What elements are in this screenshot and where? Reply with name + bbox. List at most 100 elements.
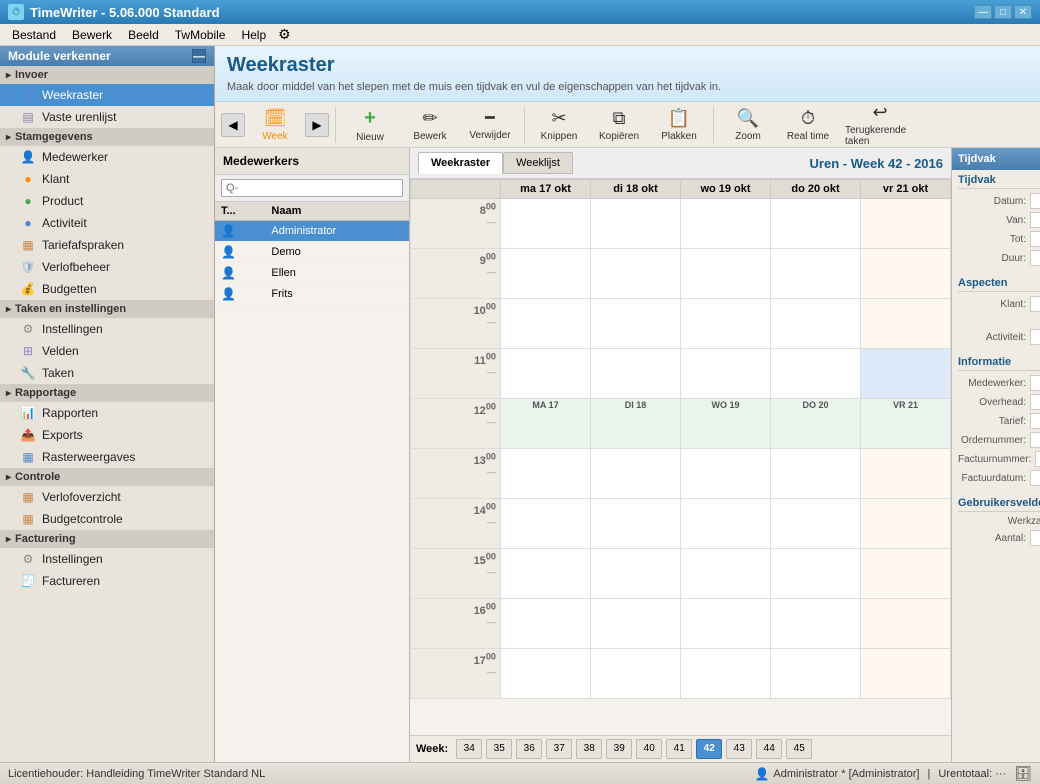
realtime-button[interactable]: ⏱ Real time: [780, 105, 836, 145]
cell-mon-11[interactable]: [501, 349, 591, 399]
sidebar-item-tariefafspraken[interactable]: ▦ Tariefafspraken: [0, 234, 214, 256]
ordernummer-value[interactable]: [1030, 432, 1040, 448]
week-button[interactable]: 🗓 Week: [247, 105, 303, 145]
week-btn-37[interactable]: 37: [546, 739, 572, 759]
maximize-button[interactable]: □: [994, 5, 1012, 19]
cell-tue-15[interactable]: [591, 549, 681, 599]
delete-button[interactable]: ━ Verwijder: [462, 105, 518, 145]
cell-tue-10[interactable]: [591, 299, 681, 349]
sidebar-item-product[interactable]: ● Product: [0, 190, 214, 212]
cell-thu-13[interactable]: [771, 449, 861, 499]
cell-mon-16[interactable]: [501, 599, 591, 649]
sidebar-item-vasteurenlijst[interactable]: ▤ Vaste urenlijst: [0, 106, 214, 128]
menu-help[interactable]: Help: [233, 26, 274, 44]
sidebar-section-invoer[interactable]: Invoer: [0, 66, 214, 84]
sidebar-collapse-button[interactable]: —: [192, 49, 206, 63]
week-btn-43[interactable]: 43: [726, 739, 752, 759]
week-btn-39[interactable]: 39: [606, 739, 632, 759]
sidebar-section-taken[interactable]: Taken en instellingen: [0, 300, 214, 318]
duur-value[interactable]: [1030, 250, 1040, 266]
cell-wed-12[interactable]: WO 19: [681, 399, 771, 449]
activiteit-value[interactable]: [1030, 329, 1040, 345]
cell-fri-8[interactable]: [861, 199, 951, 249]
week-btn-40[interactable]: 40: [636, 739, 662, 759]
cell-wed-8[interactable]: [681, 199, 771, 249]
tab-weekraster[interactable]: Weekraster: [418, 152, 503, 174]
week-btn-35[interactable]: 35: [486, 739, 512, 759]
cell-thu-14[interactable]: [771, 499, 861, 549]
cell-thu-10[interactable]: [771, 299, 861, 349]
sidebar-section-controle[interactable]: Controle: [0, 468, 214, 486]
tot-value[interactable]: [1030, 231, 1040, 247]
sidebar-item-verlofbeheer[interactable]: 🛡 Verlofbeheer: [0, 256, 214, 278]
menu-twmobile[interactable]: TwMobile: [167, 26, 234, 44]
van-value[interactable]: [1030, 212, 1040, 228]
sidebar-item-instellingen-fact[interactable]: ⚙ Instellingen: [0, 548, 214, 570]
nav-forward-button[interactable]: ▶: [305, 113, 329, 137]
nav-back-button[interactable]: ◀: [221, 113, 245, 137]
cell-tue-17[interactable]: [591, 649, 681, 699]
new-button[interactable]: + Nieuw: [342, 105, 398, 145]
cell-wed-9[interactable]: [681, 249, 771, 299]
cell-thu-16[interactable]: [771, 599, 861, 649]
cell-fri-16[interactable]: [861, 599, 951, 649]
sidebar-item-exports[interactable]: 📤 Exports: [0, 424, 214, 446]
settings-gear-icon[interactable]: ⚙: [278, 26, 291, 43]
cell-fri-12[interactable]: VR 21: [861, 399, 951, 449]
sidebar-item-taken[interactable]: 🔧 Taken: [0, 362, 214, 384]
week-btn-45[interactable]: 45: [786, 739, 812, 759]
sidebar-item-budgetten[interactable]: 💰 Budgetten: [0, 278, 214, 300]
sidebar-item-klant[interactable]: ● Klant: [0, 168, 214, 190]
sidebar-item-instellingen-taken[interactable]: ⚙ Instellingen: [0, 318, 214, 340]
cell-mon-17[interactable]: [501, 649, 591, 699]
cell-wed-11[interactable]: [681, 349, 771, 399]
employees-search-input[interactable]: [221, 179, 403, 197]
klant-value[interactable]: [1030, 296, 1040, 312]
cell-fri-13[interactable]: [861, 449, 951, 499]
sidebar-item-rasterweergaves[interactable]: ▦ Rasterweergaves: [0, 446, 214, 468]
week-btn-38[interactable]: 38: [576, 739, 602, 759]
menu-bewerk[interactable]: Bewerk: [64, 26, 120, 44]
tarief-value[interactable]: [1030, 413, 1040, 429]
sidebar-item-medewerker[interactable]: 👤 Medewerker: [0, 146, 214, 168]
tab-weeklijst[interactable]: Weeklijst: [503, 152, 573, 174]
medewerker-value[interactable]: [1030, 375, 1040, 391]
employee-row[interactable]: 👤 Ellen: [215, 263, 409, 284]
recurring-button[interactable]: ↩ Terugkerende taken: [840, 105, 920, 145]
paste-button[interactable]: 📋 Plakken: [651, 105, 707, 145]
employee-row[interactable]: 👤 Frits: [215, 284, 409, 305]
cell-thu-12[interactable]: DO 20: [771, 399, 861, 449]
employee-row[interactable]: 👤 Demo: [215, 242, 409, 263]
cell-tue-9[interactable]: [591, 249, 681, 299]
overhead-value[interactable]: [1030, 394, 1040, 410]
sidebar-item-activiteit[interactable]: ● Activiteit: [0, 212, 214, 234]
cell-fri-10[interactable]: [861, 299, 951, 349]
cell-mon-15[interactable]: [501, 549, 591, 599]
week-btn-36[interactable]: 36: [516, 739, 542, 759]
edit-button[interactable]: ✏ Bewerk: [402, 105, 458, 145]
cell-tue-8[interactable]: [591, 199, 681, 249]
cell-fri-15[interactable]: [861, 549, 951, 599]
cell-wed-14[interactable]: [681, 499, 771, 549]
sidebar-section-stamgegevens[interactable]: Stamgegevens: [0, 128, 214, 146]
cell-tue-14[interactable]: [591, 499, 681, 549]
zoom-button[interactable]: 🔍 Zoom: [720, 105, 776, 145]
week-btn-42[interactable]: 42: [696, 739, 722, 759]
week-grid-container[interactable]: ma 17 okt di 18 okt wo 19 okt do 20 okt …: [410, 179, 951, 735]
aantal-value[interactable]: [1030, 530, 1040, 546]
sidebar-item-verlofoverzicht[interactable]: ▦ Verlofoverzicht: [0, 486, 214, 508]
cell-wed-17[interactable]: [681, 649, 771, 699]
menu-bestand[interactable]: Bestand: [4, 26, 64, 44]
sidebar-item-rapporten[interactable]: 📊 Rapporten: [0, 402, 214, 424]
minimize-button[interactable]: —: [974, 5, 992, 19]
cell-mon-8[interactable]: [501, 199, 591, 249]
cell-mon-13[interactable]: [501, 449, 591, 499]
factuurnummer-value[interactable]: [1035, 451, 1040, 467]
cut-button[interactable]: ✂ Knippen: [531, 105, 587, 145]
sidebar-section-rapportage[interactable]: Rapportage: [0, 384, 214, 402]
cell-thu-8[interactable]: [771, 199, 861, 249]
cell-wed-16[interactable]: [681, 599, 771, 649]
cell-wed-15[interactable]: [681, 549, 771, 599]
cell-mon-14[interactable]: [501, 499, 591, 549]
cell-tue-11[interactable]: [591, 349, 681, 399]
